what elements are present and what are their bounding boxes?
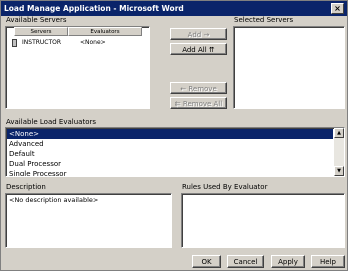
description-box: <No description available> <box>5 193 172 248</box>
add-button-label: Add <box>187 31 202 39</box>
description-label: Description <box>6 183 46 191</box>
available-servers-list[interactable]: Servers Evaluators INSTRUCTOR <None> <box>5 26 150 109</box>
load-evaluators-list[interactable]: <None> Advanced Default Dual Processor S… <box>5 127 345 177</box>
rules-label: Rules Used By Evaluator <box>182 183 268 191</box>
close-button[interactable]: × <box>331 3 344 14</box>
remove-all-button[interactable]: ⇇ Remove All <box>170 97 227 109</box>
available-servers-label: Available Servers <box>6 16 67 24</box>
server-row[interactable]: INSTRUCTOR <None> <box>8 38 146 48</box>
evaluator-item-single-processor[interactable]: Single Processor <box>7 169 333 176</box>
evaluator-item-advanced[interactable]: Advanced <box>7 139 333 149</box>
rules-box <box>181 193 345 248</box>
add-arrow-icon: → <box>203 31 210 39</box>
scroll-down-arrow-icon[interactable]: ▼ <box>334 166 344 176</box>
servers-column-header[interactable]: Servers <box>14 27 68 36</box>
remove-button[interactable]: ← Remove <box>170 82 227 94</box>
server-evaluator: <None> <box>80 39 106 46</box>
add-all-button[interactable]: Add All ⇈ <box>170 43 227 55</box>
remove-all-arrow-icon: ⇇ <box>174 100 181 108</box>
evaluator-item-dual-processor[interactable]: Dual Processor <box>7 159 333 169</box>
title-bar: Load Manage Application - Microsoft Word… <box>1 1 347 16</box>
server-name: INSTRUCTOR <box>22 39 62 46</box>
add-button[interactable]: Add → <box>170 28 227 40</box>
remove-all-button-label: Remove All <box>182 100 223 108</box>
evaluators-column-header[interactable]: Evaluators <box>68 27 142 36</box>
selected-servers-label: Selected Servers <box>234 16 294 24</box>
remove-arrow-icon: ← <box>180 85 187 93</box>
load-evaluators-label: Available Load Evaluators <box>6 118 97 126</box>
evaluator-item-default[interactable]: Default <box>7 149 333 159</box>
apply-button[interactable]: Apply <box>271 255 305 268</box>
help-button[interactable]: Help <box>311 255 345 268</box>
description-text: <No description available> <box>9 196 99 204</box>
evaluators-scrollbar[interactable]: ▲ ▼ <box>334 128 344 176</box>
server-icon <box>12 39 17 47</box>
window-title: Load Manage Application - Microsoft Word <box>4 4 184 13</box>
evaluator-item-none[interactable]: <None> <box>7 129 333 139</box>
cancel-button[interactable]: Cancel <box>227 255 264 268</box>
remove-button-label: Remove <box>188 85 217 93</box>
selected-servers-list[interactable] <box>233 26 345 109</box>
ok-button[interactable]: OK <box>192 255 221 268</box>
load-manage-dialog: Load Manage Application - Microsoft Word… <box>0 0 348 271</box>
scroll-up-arrow-icon[interactable]: ▲ <box>334 128 344 138</box>
add-all-arrow-icon: ⇈ <box>208 46 215 54</box>
add-all-button-label: Add All <box>182 46 207 54</box>
